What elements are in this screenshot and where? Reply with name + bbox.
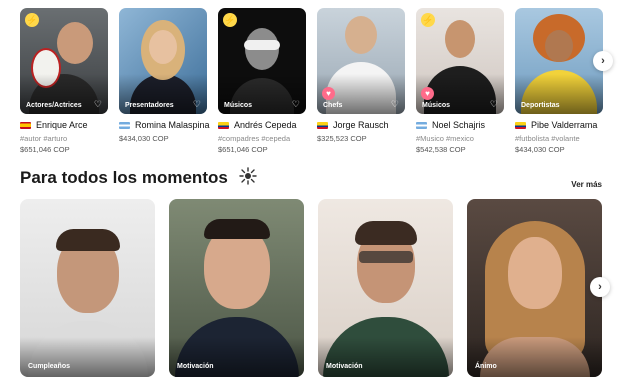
talent-photo[interactable]: ⚡ ♥ Músicos ♡ — [416, 8, 504, 114]
section-heading: Para todos los momentos — [20, 167, 257, 190]
section-title: Para todos los momentos — [20, 168, 228, 187]
talent-price: $434,030 COP — [119, 134, 169, 143]
lightning-icon: ⚡ — [25, 13, 39, 27]
chevron-right-icon: › — [598, 281, 602, 293]
category-label: Actores/Actrices — [26, 102, 82, 109]
talent-name[interactable]: Enrique Arce — [36, 120, 88, 130]
colombia-flag-icon — [218, 121, 229, 129]
talent-name[interactable]: Romina Malaspina — [135, 120, 210, 130]
heart-outline-icon[interactable]: ♡ — [490, 99, 498, 110]
talent-photo[interactable]: ⚡ Músicos ♡ — [218, 8, 306, 114]
chevron-right-icon: › — [601, 55, 605, 67]
talent-name[interactable]: Jorge Rausch — [333, 120, 389, 130]
talent-tags: #futbolista #volante — [515, 134, 580, 143]
category-label: Músicos — [224, 102, 253, 109]
moment-label: Cumpleaños — [28, 363, 71, 370]
see-more-link[interactable]: Ver más — [571, 180, 602, 189]
moment-card[interactable]: Ánimo — [467, 199, 602, 377]
argentina-flag-icon — [119, 121, 130, 129]
category-label: Chefs — [323, 102, 343, 109]
talent-card[interactable]: ♥ Chefs ♡ Jorge Rausch $325,523 COP — [317, 8, 405, 143]
moment-card[interactable]: Motivación — [169, 199, 304, 377]
spain-flag-icon — [20, 121, 31, 129]
talent-price: $434,030 COP — [515, 145, 565, 154]
heart-outline-icon[interactable]: ♡ — [193, 99, 201, 110]
heart-outline-icon[interactable]: ♡ — [391, 99, 399, 110]
moment-card[interactable]: Motivación — [318, 199, 453, 377]
heart-icon: ♥ — [421, 87, 434, 100]
carousel-next-button[interactable]: › — [593, 51, 613, 71]
colombia-flag-icon — [317, 121, 328, 129]
talent-tags: #compadres #cepeda — [218, 134, 291, 143]
talent-photo[interactable]: ⚡ Actores/Actrices ♡ — [20, 8, 108, 114]
moment-label: Motivación — [177, 363, 214, 370]
moment-card[interactable]: Cumpleaños — [20, 199, 155, 377]
talent-tags: #autor #arturo — [20, 134, 68, 143]
category-label: Presentadores — [125, 102, 174, 109]
talent-price: $542,538 COP — [416, 145, 466, 154]
heart-icon: ♥ — [322, 87, 335, 100]
lightning-icon: ⚡ — [421, 13, 435, 27]
category-label: Deportistas — [521, 102, 560, 109]
talent-card[interactable]: ⚡ ♥ Músicos ♡ Noel Schajris #Musico #mex… — [416, 8, 504, 154]
talent-name[interactable]: Noel Schajris — [432, 120, 485, 130]
talent-card[interactable]: ⚡ Actores/Actrices ♡ Enrique Arce #autor… — [20, 8, 108, 154]
talent-price: $651,046 COP — [20, 145, 70, 154]
moments-next-button[interactable]: › — [590, 277, 610, 297]
colombia-flag-icon — [515, 121, 526, 129]
confetti-icon — [238, 167, 257, 190]
talent-card[interactable]: Deportistas Pibe Valderrama #futbolista … — [515, 8, 603, 154]
talent-photo[interactable]: Deportistas — [515, 8, 603, 114]
talent-tags: #Musico #mexico — [416, 134, 474, 143]
lightning-icon: ⚡ — [223, 13, 237, 27]
talent-price: $651,046 COP — [218, 145, 268, 154]
talent-carousel: ⚡ Actores/Actrices ♡ Enrique Arce #autor… — [20, 8, 603, 158]
moment-label: Ánimo — [475, 363, 497, 370]
argentina-flag-icon — [416, 121, 427, 129]
heart-outline-icon[interactable]: ♡ — [292, 99, 300, 110]
category-label: Músicos — [422, 102, 451, 109]
talent-photo[interactable]: ♥ Chefs ♡ — [317, 8, 405, 114]
talent-price: $325,523 COP — [317, 134, 367, 143]
talent-name[interactable]: Pibe Valderrama — [531, 120, 597, 130]
talent-card[interactable]: ⚡ Músicos ♡ Andrés Cepeda #compadres #ce… — [218, 8, 306, 154]
talent-photo[interactable]: Presentadores ♡ — [119, 8, 207, 114]
moment-label: Motivación — [326, 363, 363, 370]
talent-card[interactable]: Presentadores ♡ Romina Malaspina $434,03… — [119, 8, 210, 143]
talent-name[interactable]: Andrés Cepeda — [234, 120, 297, 130]
heart-outline-icon[interactable]: ♡ — [94, 99, 102, 110]
